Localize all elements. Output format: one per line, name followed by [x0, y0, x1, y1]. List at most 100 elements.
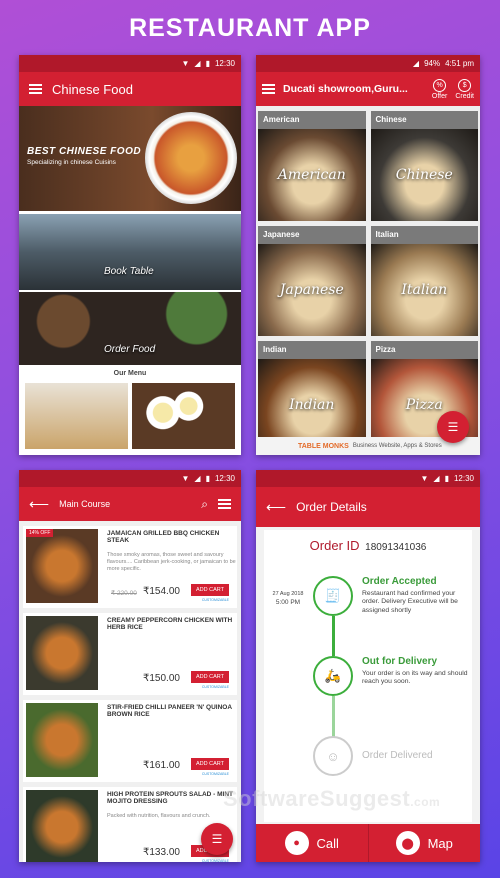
order-food-banner[interactable]: Order Food	[19, 292, 241, 365]
hero-banner[interactable]: BEST CHINESE FOOD Specializing in chines…	[19, 106, 241, 211]
discount-badge: 14% OFF	[26, 529, 54, 537]
tag-icon: %	[433, 78, 447, 92]
wifi-icon: ▼	[181, 474, 190, 483]
list-fab[interactable]: ☰	[437, 411, 469, 443]
location-title[interactable]: Ducati showroom,Guru...	[283, 83, 424, 95]
order-time: 5:00 PM	[275, 599, 301, 607]
cuisine-name: Pizza	[370, 341, 478, 359]
cuisine-script-label: Italian	[401, 282, 448, 298]
dish-card[interactable]: STIR-FRIED CHILLI PANEER 'N' QUINOA BROW…	[23, 700, 237, 782]
dish-card[interactable]: JAMAICAN GRILLED BBQ CHICKEN STEAK 14% OF…	[23, 526, 237, 608]
book-table-banner[interactable]: Book Table	[19, 214, 241, 290]
battery-level: 94%	[424, 59, 441, 68]
menu-item-eggs[interactable]	[132, 383, 235, 449]
cuisine-tile[interactable]: American American	[258, 111, 366, 221]
phone-chinese-food: ▼ ◢ ▮ 12:30 Chinese Food BEST CHINESE FO…	[19, 55, 241, 455]
dish-price: ₹133.00	[143, 847, 180, 858]
cuisine-tile[interactable]: Japanese Japanese	[258, 226, 366, 336]
menu-icon[interactable]	[262, 84, 275, 94]
list-icon: ☰	[447, 420, 459, 434]
offer-label: Offer	[431, 92, 448, 100]
dish-card[interactable]: HIGH PROTEIN SPROUTS SALAD - MINT MOJITO…	[23, 787, 237, 862]
add-cart-button[interactable]: ADD CART	[191, 584, 229, 596]
add-cart-button[interactable]: ADD CART	[191, 758, 229, 770]
menu-fab[interactable]: ☰	[201, 823, 233, 855]
watermark: SoftwareSuggest.com	[223, 786, 440, 812]
dish-old-price: ₹ 220.00	[111, 590, 137, 597]
cuisine-tile[interactable]: Italian Italian	[370, 226, 478, 336]
status-time: 4:51 pm	[445, 59, 474, 68]
dish-list: JAMAICAN GRILLED BBQ CHICKEN STEAK 14% OF…	[19, 526, 241, 862]
dish-price: ₹150.00	[143, 673, 180, 684]
offer-button[interactable]: % Offer	[431, 78, 448, 100]
stage-title: Order Delivered	[362, 750, 433, 761]
status-time: 12:30	[453, 474, 474, 483]
cuisine-grid: American American Chinese Chinese Japanese Ja…	[256, 106, 480, 451]
call-label: Call	[316, 835, 339, 851]
cuisine-script-label: Japanese	[279, 282, 344, 298]
status-bar: ◢ 94% 4:51 pm	[256, 55, 480, 72]
call-button[interactable]: ● Call	[256, 824, 368, 862]
order-id-line: Order ID 18091341036	[264, 538, 472, 553]
signal-icon: ◢	[194, 59, 201, 68]
status-bar: ▼ ◢ ▮ 12:30	[19, 55, 241, 72]
dish-price: ₹154.00	[143, 586, 180, 597]
progress-line-done	[332, 616, 335, 656]
banner-subtitle: Specializing in chinese Cuisins	[27, 159, 116, 166]
search-icon[interactable]: ⌕	[201, 497, 208, 512]
order-id-value: 18091341036	[365, 542, 427, 553]
add-cart-button[interactable]: ADD CART	[191, 671, 229, 683]
stage-title: Order Accepted	[362, 576, 437, 587]
map-button[interactable]: ⬤ Map	[367, 824, 481, 862]
battery-icon: ▮	[205, 59, 210, 68]
cuisine-script-label: Pizza	[405, 397, 443, 413]
customizable-label: CUSTOMIZABLE	[201, 859, 229, 862]
page-title: RESTAURANT APP	[129, 14, 371, 42]
map-pin-icon: ⬤	[395, 831, 420, 855]
app-bar: ⟵ Main Course ⌕	[19, 487, 241, 521]
cuisine-script-label: American	[277, 167, 346, 183]
list-icon: ☰	[211, 832, 223, 846]
wifi-icon: ▼	[181, 59, 190, 68]
cuisine-tile[interactable]: Indian Indian	[258, 341, 366, 451]
cuisine-name: Italian	[370, 226, 478, 244]
app-bar-title: Chinese Food	[52, 81, 133, 97]
order-date: 27 Aug 2018	[272, 591, 304, 597]
cuisine-script-label: Chinese	[395, 167, 453, 183]
menu-icon[interactable]	[218, 499, 231, 509]
menu-icon[interactable]	[29, 84, 42, 94]
dish-image	[26, 529, 98, 603]
credit-button[interactable]: $ Credit	[455, 78, 474, 100]
brand-name: TABLE MONKS	[298, 442, 349, 450]
map-label: Map	[427, 835, 453, 851]
dish-card[interactable]: CREAMY PEPPERCORN CHICKEN WITH HERB RICE…	[23, 613, 237, 695]
status-bar: ▼ ◢ ▮ 12:30	[19, 470, 241, 487]
cuisine-image: American	[258, 129, 366, 221]
dish-desc: Packed with nutrition, flavours and crun…	[107, 813, 211, 819]
cuisine-script-label: Indian	[289, 397, 335, 413]
phone-cuisines: ◢ 94% 4:51 pm Ducati showroom,Guru... % …	[256, 55, 480, 455]
cuisine-image: Italian	[370, 244, 478, 336]
dish-image	[26, 616, 98, 690]
app-bar: Chinese Food	[19, 72, 241, 106]
battery-icon: ▮	[444, 474, 449, 483]
menu-row	[19, 383, 241, 449]
customizable-label: CUSTOMIZABLE	[201, 685, 229, 689]
delivery-man-icon: ☺	[313, 736, 353, 776]
dish-name: JAMAICAN GRILLED BBQ CHICKEN STEAK	[107, 530, 220, 545]
cuisine-image: Chinese	[370, 129, 478, 221]
brand-tagline: Business Website, Apps & Stores	[352, 443, 442, 449]
dish-name: HIGH PROTEIN SPROUTS SALAD - MINT MOJITO…	[107, 791, 234, 806]
signal-icon: ◢	[412, 59, 420, 68]
cuisine-image: Japanese	[258, 244, 366, 336]
receipt-icon: 🧾	[313, 576, 353, 616]
cuisine-tile[interactable]: Chinese Chinese	[370, 111, 478, 221]
menu-item-noodles[interactable]	[25, 383, 128, 449]
cuisine-name: Chinese	[370, 111, 478, 129]
dish-price: ₹161.00	[143, 760, 180, 771]
status-time: 12:30	[214, 59, 235, 68]
back-arrow-icon[interactable]: ⟵	[29, 496, 49, 513]
menu-heading: Our Menu	[113, 370, 147, 377]
bottom-action-bar: ● Call ⬤ Map	[256, 824, 480, 862]
back-arrow-icon[interactable]: ⟵	[266, 499, 286, 516]
